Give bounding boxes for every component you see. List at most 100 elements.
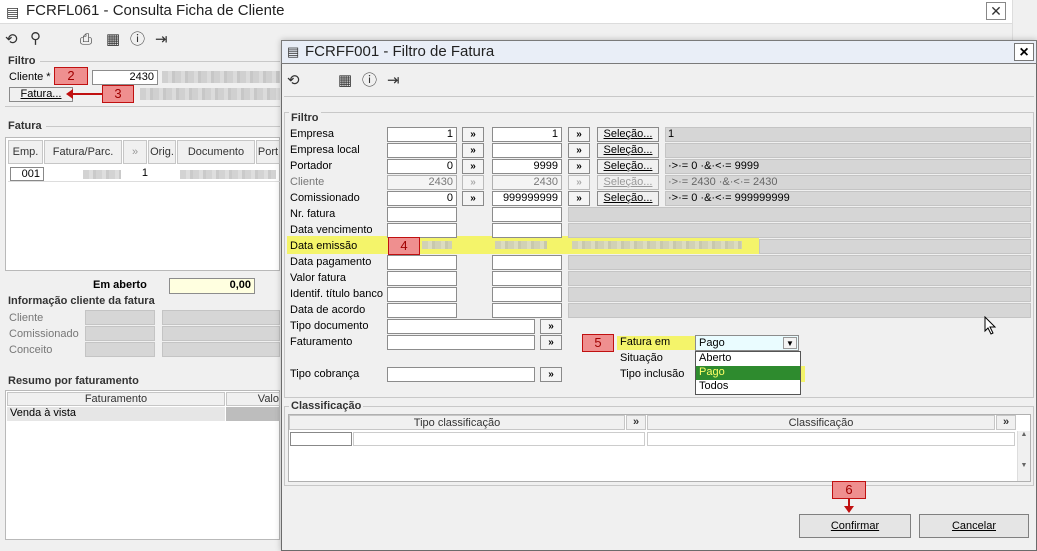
data-vencimento-from-input[interactable] [387,223,457,238]
classificacao-arrow[interactable]: » [996,415,1016,430]
main-window-title: FCRFL061 - Consulta Ficha de Cliente [26,2,285,19]
comissionado-from-input[interactable]: 0 [387,191,457,206]
grid-header-port[interactable]: Port [256,140,280,164]
classificacao-scrollbar[interactable]: ▲ ▼ [1017,431,1030,481]
data-pagamento-to-input[interactable] [492,255,562,270]
confirmar-button[interactable]: Confirmar [799,514,911,538]
dialog-close-button[interactable]: × [1014,43,1034,61]
faturamento-input[interactable] [387,335,535,350]
data-acordo-from-input[interactable] [387,303,457,318]
comissionado-to-input[interactable]: 999999999 [492,191,562,206]
nr-fatura-to-input[interactable] [492,207,562,222]
comissionado-desc: ·>·= 0 ·&·<·= 999999999 [665,191,1031,206]
portador-to-input[interactable]: 9999 [492,159,562,174]
resumo-row[interactable]: Venda à vista [7,407,225,421]
marker-3-arrow-line [70,93,102,95]
option-aberto[interactable]: Aberto [696,352,800,366]
classificacao-header-tipo[interactable]: Tipo classificação [289,415,625,430]
classificacao-grid[interactable]: Tipo classificação » Classificação » ▲ ▼ [288,414,1031,482]
portador-to-arrow[interactable]: » [568,159,590,174]
search-icon[interactable]: ⚲ [30,30,41,48]
dialog-calendar-icon[interactable]: ▦ [338,72,352,90]
dialog-refresh-icon[interactable]: ⟲ [287,72,300,90]
cliente-input[interactable]: 2430 [92,70,158,85]
tipo-cobranca-arrow[interactable]: » [540,367,562,382]
valor-fatura-to-input[interactable] [492,271,562,286]
dialog-toolbar-separator [284,96,1034,97]
grid-header-documento[interactable]: Documento [177,140,255,164]
print-icon[interactable]: ⎙ [80,31,92,49]
portador-from-input[interactable]: 0 [387,159,457,174]
option-pago[interactable]: Pago [696,366,800,380]
empresa-local-from-input[interactable] [387,143,457,158]
fatura-grid[interactable]: Emp. Fatura/Parc. » Orig. Documento Port… [5,137,280,271]
grid-header-fatura-parc[interactable]: Fatura/Parc. [44,140,122,164]
empresa-local-to-input[interactable] [492,143,562,158]
empresa-to-input[interactable]: 1 [492,127,562,142]
info-cliente-field [85,310,155,325]
tipo-cobranca-input[interactable] [387,367,535,382]
empresa-local-desc [665,143,1031,158]
valor-fatura-from-input[interactable] [387,271,457,286]
marker-3-arrowhead [66,89,73,99]
exit-icon[interactable]: ⇥ [155,31,168,49]
empresa-local-to-arrow[interactable]: » [568,143,590,158]
data-pagamento-from-input[interactable] [387,255,457,270]
resumo-header-faturamento[interactable]: Faturamento [7,392,225,406]
help-icon[interactable]: ⓘ [130,31,145,49]
classificacao-row-cell-3[interactable] [647,432,1015,446]
classificacao-row-cell-2[interactable] [353,432,645,446]
empresa-local-from-arrow[interactable]: » [462,143,484,158]
data-vencimento-to-input[interactable] [492,223,562,238]
empresa-selecao-button[interactable]: Seleção... [597,127,659,142]
grid-header-expand[interactable]: » [123,140,147,164]
data-emissao-desc-blurred [572,241,742,249]
calendar-icon[interactable]: ▦ [106,31,120,49]
grid-header-emp[interactable]: Emp. [8,140,43,164]
marker-6: 6 [832,481,866,499]
comissionado-from-arrow[interactable]: » [462,191,484,206]
fatura-button[interactable]: Fatura... [9,87,73,102]
classificacao-header-classificacao[interactable]: Classificação [647,415,995,430]
comissionado-selecao-button[interactable]: Seleção... [597,191,659,206]
chevron-down-icon[interactable]: ▼ [783,337,797,349]
resumo-grid[interactable]: Faturamento Valo Venda à vista [5,390,280,540]
portador-from-arrow[interactable]: » [462,159,484,174]
dialog-title: FCRFF001 - Filtro de Fatura [305,43,495,60]
identif-titulo-from-input[interactable] [387,287,457,302]
empresa-local-label: Empresa local [290,144,360,156]
refresh-icon[interactable]: ⟲ [5,31,18,49]
tipo-documento-arrow[interactable]: » [540,319,562,334]
table-row[interactable]: 001 1 [8,167,280,182]
empresa-to-arrow[interactable]: » [568,127,590,142]
classificacao-row-cell-1[interactable] [290,432,352,446]
marker-2: 2 [54,67,88,85]
dialog-help-icon[interactable]: ⓘ [362,72,377,90]
tipo-documento-input[interactable] [387,319,535,334]
classificacao-tipo-arrow[interactable]: » [626,415,646,430]
identif-titulo-to-input[interactable] [492,287,562,302]
main-fatura-line [46,126,280,127]
faturamento-arrow[interactable]: » [540,335,562,350]
comissionado-to-arrow[interactable]: » [568,191,590,206]
data-emissao-from-blurred[interactable] [422,241,452,249]
portador-selecao-button[interactable]: Seleção... [597,159,659,174]
cancelar-button[interactable]: Cancelar [919,514,1029,538]
identif-titulo-desc [568,287,1031,302]
empresa-from-arrow[interactable]: » [462,127,484,142]
grid-header-orig[interactable]: Orig. [148,140,176,164]
scroll-down-icon[interactable]: ▼ [1018,462,1030,469]
info-cliente-desc [162,310,280,325]
data-acordo-to-input[interactable] [492,303,562,318]
mouse-cursor-icon [984,316,997,335]
nr-fatura-from-input[interactable] [387,207,457,222]
resumo-header-valor[interactable]: Valo [226,392,280,406]
empresa-from-input[interactable]: 1 [387,127,457,142]
scroll-up-icon[interactable]: ▲ [1018,431,1030,438]
dialog-exit-icon[interactable]: ⇥ [387,72,400,90]
info-conceito-desc [162,342,280,357]
empresa-local-selecao-button[interactable]: Seleção... [597,143,659,158]
option-todos[interactable]: Todos [696,380,800,394]
main-close-button[interactable]: ✕ [986,2,1006,20]
fatura-em-select[interactable]: Pago ▼ [695,335,799,351]
